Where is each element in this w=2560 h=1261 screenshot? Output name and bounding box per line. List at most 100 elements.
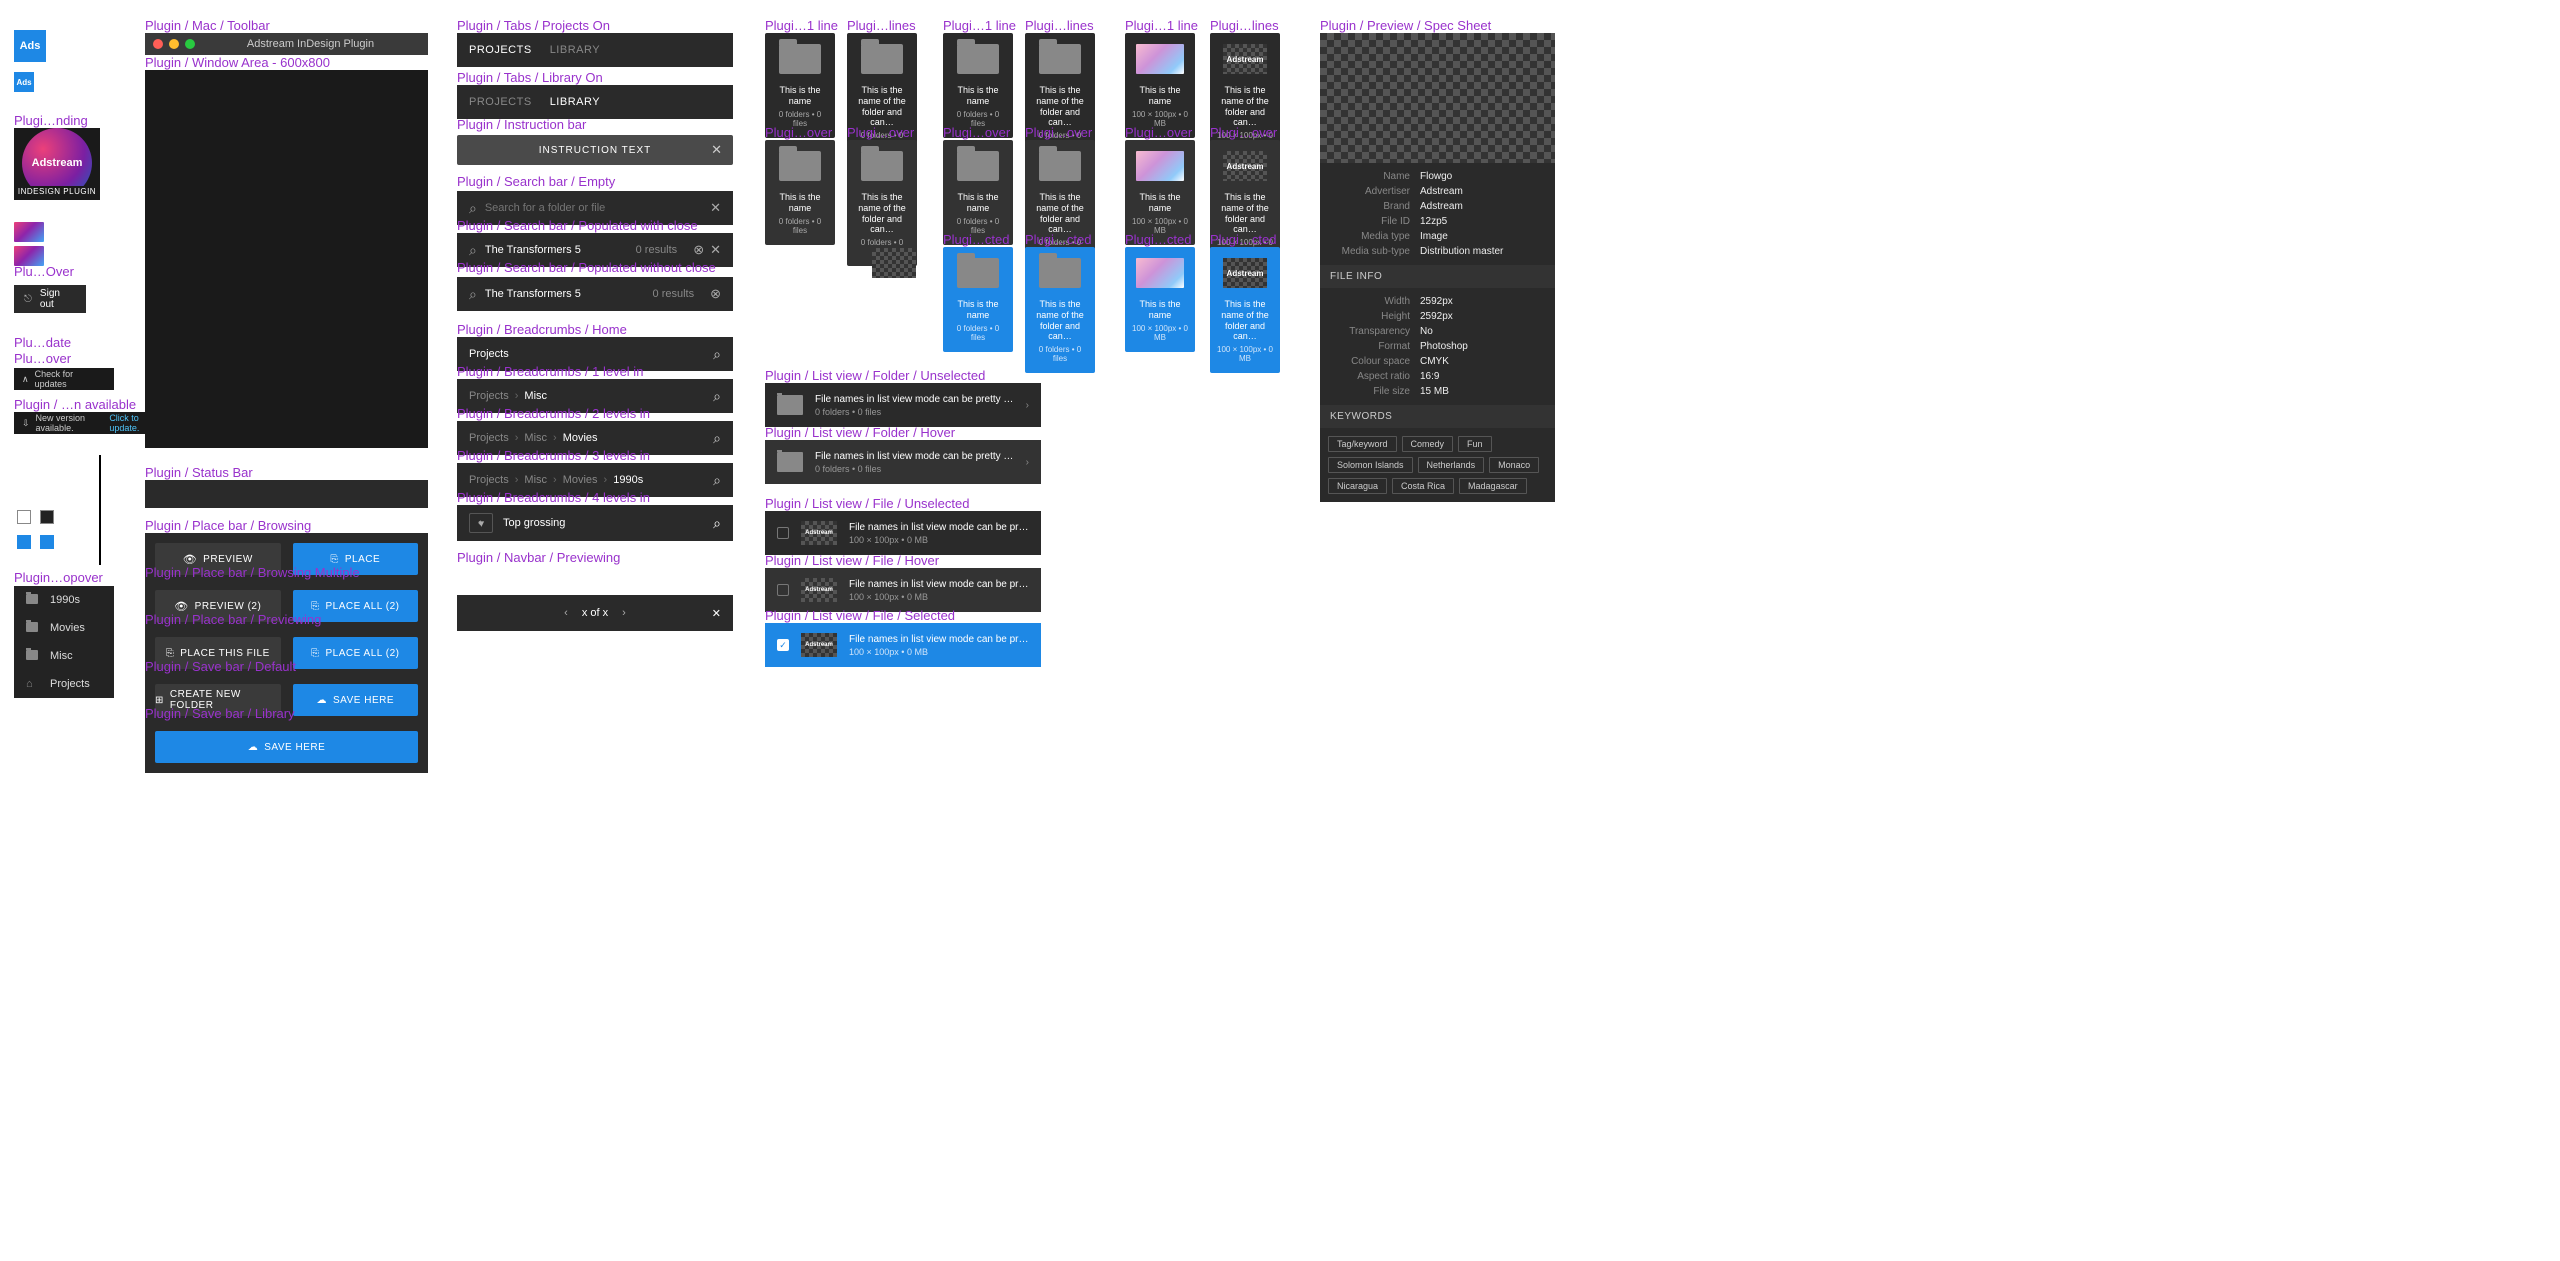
grid-tile-16[interactable]: AdstreamThis is the name of the folder a… [1210, 247, 1280, 373]
clear-dot-icon[interactable]: ⊗ [710, 286, 721, 302]
max-dot[interactable] [185, 39, 195, 49]
crumb-p0[interactable]: Projects [469, 432, 509, 444]
list-filename: File names in list view mode can be pret… [815, 451, 1014, 462]
search-icon[interactable] [713, 515, 721, 532]
keyword-tag[interactable]: Nicaragua [1328, 478, 1387, 494]
grid-tile-2[interactable]: This is the name0 folders • 0 files [943, 33, 1013, 138]
list-file-hover[interactable]: Adstream File names in list view mode ca… [765, 568, 1041, 612]
tab-projects-2[interactable]: PROJECTS [469, 96, 532, 108]
grid-tile-10[interactable]: This is the name100 × 100px • 0 MB [1125, 140, 1195, 245]
placeholder-thumb: Adstream [1223, 151, 1267, 181]
keyword-tag[interactable]: Fun [1458, 436, 1492, 452]
label-popover: Plugin…opover [14, 570, 103, 585]
keyword-tag[interactable]: Tag/keyword [1328, 436, 1397, 452]
placeholder-thumb: Adstream [1223, 44, 1267, 74]
spec-value: 2592px [1420, 296, 1453, 307]
grid-tile-0[interactable]: This is the name0 folders • 0 files [765, 33, 835, 138]
crumb-root[interactable]: Projects [469, 390, 509, 402]
back-button[interactable]: ‹ ▾ [469, 513, 493, 533]
grid-tile-4[interactable]: This is the name100 × 100px • 0 MB [1125, 33, 1195, 138]
checkbox-checked[interactable] [17, 535, 31, 549]
keyword-tag[interactable]: Costa Rica [1392, 478, 1454, 494]
gear-icon-alt[interactable]: ⚙ [38, 460, 48, 473]
list-file-unselected[interactable]: Adstream File names in list view mode ca… [765, 511, 1041, 555]
c3c[interactable]: Movies [563, 474, 598, 486]
folder-icon [1039, 258, 1081, 288]
folder-icon [861, 44, 903, 74]
grid-tile-14[interactable]: This is the name of the folder and can…0… [1025, 247, 1095, 373]
checkbox-dark[interactable] [40, 510, 54, 524]
checkbox-checked[interactable]: ✓ [777, 639, 789, 651]
search-icon[interactable] [713, 346, 721, 363]
c3d[interactable]: 1990s [613, 474, 643, 486]
save-here-lib-button[interactable]: SAVE HERE [155, 731, 418, 763]
crumb-cur-2[interactable]: Movies [563, 432, 598, 444]
keyword-tag[interactable]: Monaco [1489, 457, 1539, 473]
popover-item-3[interactable]: Projects [14, 670, 114, 698]
popover-item-2[interactable]: Misc [14, 642, 114, 670]
search-input-3[interactable] [485, 288, 653, 300]
signout-button[interactable]: ⎋ Sign out [14, 285, 86, 313]
grid-tile-8[interactable]: This is the name0 folders • 0 files [943, 140, 1013, 245]
list-folder-hover[interactable]: File names in list view mode can be pret… [765, 440, 1041, 484]
keyword-tag[interactable]: Comedy [1402, 436, 1454, 452]
popover-item-0[interactable]: 1990s [14, 586, 114, 614]
crumb-p1[interactable]: Misc [524, 432, 547, 444]
close-dot[interactable] [153, 39, 163, 49]
min-dot[interactable] [169, 39, 179, 49]
label-tile-3: Plugi…lines [1025, 18, 1094, 33]
update-available-row[interactable]: ⇩ New version available. Click to update… [14, 412, 164, 434]
c3b[interactable]: Misc [524, 474, 547, 486]
label-tabs-l: Plugin / Tabs / Library On [457, 70, 603, 85]
search-icon[interactable] [713, 430, 721, 447]
list-meta: 0 folders • 0 files [815, 464, 1014, 474]
close-icon[interactable] [711, 142, 723, 158]
checkbox[interactable] [777, 584, 789, 596]
search-input-2[interactable] [485, 244, 636, 256]
clear-icon[interactable] [710, 200, 721, 216]
grid-tile-15[interactable]: This is the name100 × 100px • 0 MB [1125, 247, 1195, 352]
c3a[interactable]: Projects [469, 474, 509, 486]
list-meta: 100 × 100px • 0 MB [849, 592, 1029, 602]
label-pb-browse: Plugin / Place bar / Browsing [145, 518, 311, 533]
search-icon[interactable] [713, 472, 721, 489]
keyword-tag[interactable]: Madagascar [1459, 478, 1527, 494]
spec-key: File ID [1330, 216, 1420, 227]
list-folder-unselected[interactable]: File names in list view mode can be pret… [765, 383, 1041, 427]
grid-tile-13[interactable]: This is the name0 folders • 0 files [943, 247, 1013, 352]
prev-arrow[interactable] [564, 607, 568, 619]
keyword-tag[interactable]: Solomon Islands [1328, 457, 1413, 473]
grid-tile-6[interactable]: This is the name0 folders • 0 files [765, 140, 835, 245]
placeall-prev-button[interactable]: PLACE ALL (2) [293, 637, 419, 669]
checkbox[interactable] [777, 527, 789, 539]
check-updates-row[interactable]: ∧ Check for updates [14, 368, 114, 390]
list-file-selected[interactable]: ✓ Adstream File names in list view mode … [765, 623, 1041, 667]
chevron-right-icon[interactable] [1026, 457, 1029, 468]
folder-icon [779, 44, 821, 74]
spec-value: Adstream [1420, 186, 1463, 197]
chevron-right-icon[interactable] [1026, 400, 1029, 411]
label-tile-5: Plugi…lines [1210, 18, 1279, 33]
crumb-home-text[interactable]: Projects [469, 348, 509, 360]
gear-icon[interactable]: ⚙ [17, 460, 27, 473]
crumb-cur-1[interactable]: Misc [524, 390, 547, 402]
keyword-tag[interactable]: Netherlands [1418, 457, 1485, 473]
folder-icon [777, 395, 803, 415]
checkbox-checked-2[interactable] [40, 535, 54, 549]
tile-meta: 0 folders • 0 files [771, 217, 829, 235]
popover-item-1[interactable]: Movies [14, 614, 114, 642]
tab-library-2[interactable]: LIBRARY [550, 96, 600, 108]
checkbox-empty[interactable] [17, 510, 31, 524]
tab-library[interactable]: LIBRARY [550, 44, 600, 56]
next-arrow[interactable] [622, 607, 626, 619]
search-input[interactable] [485, 202, 704, 214]
save-here-button[interactable]: SAVE HERE [293, 684, 419, 716]
close-icon[interactable] [712, 607, 721, 620]
close-icon[interactable] [710, 242, 721, 258]
search-icon[interactable] [713, 388, 721, 405]
tile-name: This is the name [949, 192, 1007, 214]
crumb-cur-4[interactable]: Top grossing [503, 517, 565, 529]
tab-projects[interactable]: PROJECTS [469, 44, 532, 56]
tile-name: This is the name [1131, 192, 1189, 214]
clear-dot-icon[interactable]: ⊗ [693, 242, 704, 258]
